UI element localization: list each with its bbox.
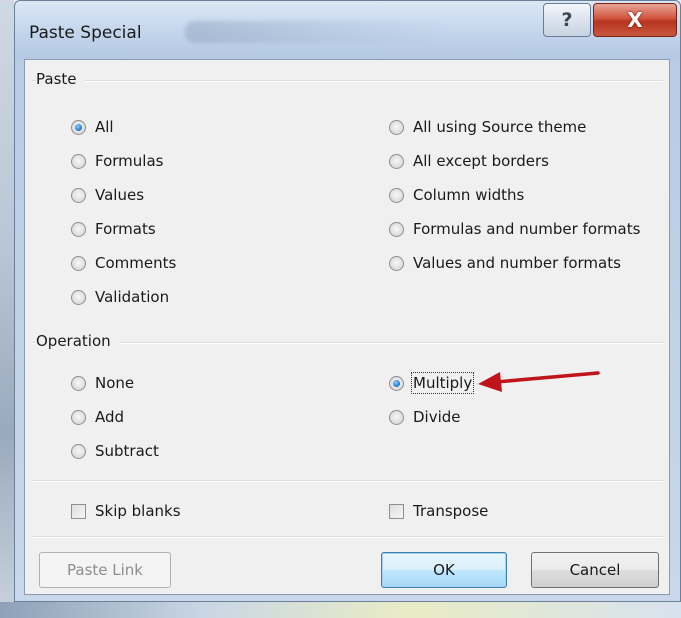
paste-link-button[interactable]: Paste Link bbox=[39, 552, 171, 588]
arrow-head bbox=[478, 372, 502, 392]
title-bar-blur bbox=[185, 21, 445, 43]
ok-label: OK bbox=[433, 561, 455, 579]
radio-label: Validation bbox=[95, 288, 170, 306]
radio-label: Divide bbox=[413, 408, 461, 426]
radio-label: Formulas bbox=[95, 152, 164, 170]
radio-button[interactable] bbox=[389, 255, 404, 271]
radio-operation-none[interactable]: None bbox=[71, 372, 134, 394]
radio-button[interactable] bbox=[389, 409, 404, 425]
paste-special-dialog: Paste Special ? X Paste All Formulas Val… bbox=[14, 0, 681, 602]
radio-button[interactable] bbox=[389, 119, 404, 135]
radio-operation-subtract[interactable]: Subtract bbox=[71, 440, 159, 462]
radio-label: Formats bbox=[95, 220, 156, 238]
radio-paste-values[interactable]: Values bbox=[71, 184, 144, 206]
operation-group-label: Operation bbox=[36, 332, 119, 350]
radio-paste-formulas[interactable]: Formulas bbox=[71, 150, 163, 172]
annotation-arrow bbox=[478, 371, 600, 392]
radio-label: Values bbox=[95, 186, 145, 204]
radio-paste-validation[interactable]: Validation bbox=[71, 286, 169, 308]
checkbox-box[interactable] bbox=[71, 503, 86, 519]
radio-button[interactable] bbox=[71, 443, 86, 459]
radio-button[interactable] bbox=[71, 289, 86, 305]
radio-button[interactable] bbox=[389, 153, 404, 169]
title-bar: Paste Special ? X bbox=[15, 1, 680, 59]
radio-button[interactable] bbox=[71, 255, 86, 271]
radio-operation-divide[interactable]: Divide bbox=[389, 406, 461, 428]
checkbox-separator bbox=[31, 480, 663, 482]
close-button[interactable]: X bbox=[593, 3, 677, 37]
radio-button[interactable] bbox=[71, 375, 86, 391]
radio-button[interactable] bbox=[389, 187, 404, 203]
dialog-body: Paste All Formulas Values Formats Commen… bbox=[24, 59, 670, 595]
arrow-shaft bbox=[494, 371, 600, 384]
cancel-button[interactable]: Cancel bbox=[531, 552, 659, 588]
radio-paste-column-widths[interactable]: Column widths bbox=[389, 184, 524, 206]
paste-link-label: Paste Link bbox=[67, 561, 143, 579]
radio-button[interactable] bbox=[71, 187, 86, 203]
dialog-title: Paste Special bbox=[29, 23, 142, 43]
paste-group-label: Paste bbox=[36, 70, 85, 88]
radio-label: All using Source theme bbox=[413, 118, 587, 136]
help-icon: ? bbox=[561, 9, 573, 31]
background-bottom-edge bbox=[0, 602, 681, 618]
radio-label: All except borders bbox=[413, 152, 549, 170]
radio-button[interactable] bbox=[71, 409, 86, 425]
button-separator bbox=[31, 536, 663, 538]
ok-button[interactable]: OK bbox=[381, 552, 507, 588]
radio-operation-add[interactable]: Add bbox=[71, 406, 124, 428]
radio-paste-formulas-number-formats[interactable]: Formulas and number formats bbox=[389, 218, 640, 240]
radio-paste-all[interactable]: All bbox=[71, 116, 114, 138]
radio-label: Add bbox=[95, 408, 125, 426]
radio-button[interactable] bbox=[71, 153, 86, 169]
radio-label: Formulas and number formats bbox=[413, 220, 641, 238]
radio-button[interactable] bbox=[389, 375, 404, 391]
paste-group-line bbox=[31, 80, 663, 82]
checkbox-label: Transpose bbox=[413, 502, 489, 520]
radio-label: Column widths bbox=[413, 186, 525, 204]
checkbox-skip-blanks[interactable]: Skip blanks bbox=[71, 500, 181, 522]
radio-button[interactable] bbox=[71, 119, 86, 135]
radio-label: All bbox=[95, 118, 114, 136]
radio-operation-multiply[interactable]: Multiply bbox=[389, 372, 475, 394]
radio-label: Subtract bbox=[95, 442, 159, 460]
close-icon: X bbox=[627, 8, 643, 32]
radio-paste-all-source-theme[interactable]: All using Source theme bbox=[389, 116, 586, 138]
screen: Paste Special ? X Paste All Formulas Val… bbox=[0, 0, 681, 618]
radio-button[interactable] bbox=[389, 221, 404, 237]
checkbox-box[interactable] bbox=[389, 503, 404, 519]
radio-paste-values-number-formats[interactable]: Values and number formats bbox=[389, 252, 621, 274]
radio-label: Multiply bbox=[410, 372, 475, 394]
radio-label: Values and number formats bbox=[413, 254, 621, 272]
radio-paste-comments[interactable]: Comments bbox=[71, 252, 176, 274]
cancel-label: Cancel bbox=[569, 561, 621, 579]
operation-group-line bbox=[31, 342, 663, 344]
checkbox-transpose[interactable]: Transpose bbox=[389, 500, 488, 522]
background-left-edge bbox=[0, 0, 14, 618]
radio-button[interactable] bbox=[71, 221, 86, 237]
radio-label: None bbox=[95, 374, 135, 392]
checkbox-label: Skip blanks bbox=[95, 502, 181, 520]
radio-label: Comments bbox=[95, 254, 177, 272]
radio-paste-formats[interactable]: Formats bbox=[71, 218, 156, 240]
help-button[interactable]: ? bbox=[543, 3, 591, 37]
radio-paste-all-except-borders[interactable]: All except borders bbox=[389, 150, 549, 172]
